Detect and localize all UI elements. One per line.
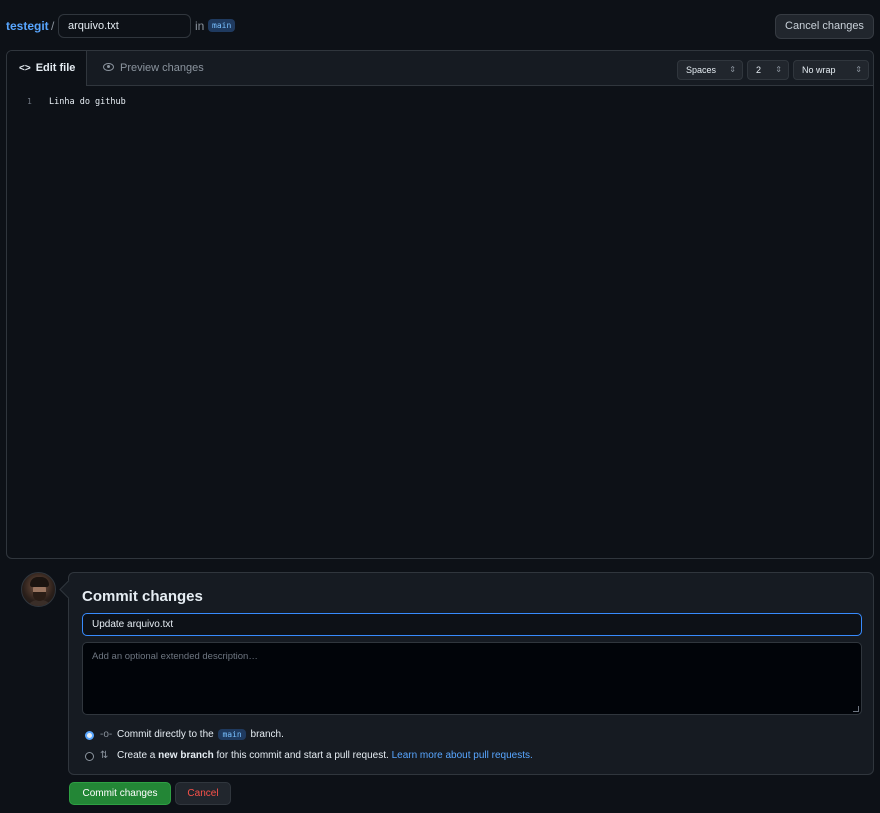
tab-preview-changes[interactable]: Preview changes [103, 51, 204, 86]
cancel-button[interactable]: Cancel [175, 782, 231, 805]
git-commit-icon: -o- [100, 729, 113, 740]
file-path-bar: testegit / in main Cancel changes [6, 13, 874, 39]
commit-form: Commit changes Add an optional extended … [68, 572, 874, 775]
tab-preview-label: Preview changes [120, 62, 204, 74]
path-separator: / [51, 19, 55, 33]
code-icon: <> [19, 63, 31, 74]
repo-link[interactable]: testegit [6, 19, 49, 33]
line-number: 1 [27, 97, 32, 106]
indent-size-select[interactable]: 2 ⇕ [747, 60, 789, 80]
commit-title: Commit changes [82, 588, 203, 605]
cancel-changes-button[interactable]: Cancel changes [775, 14, 874, 39]
avatar [21, 572, 56, 607]
indent-mode-value: Spaces [686, 65, 717, 75]
eye-icon [103, 63, 114, 71]
branch-badge: main [218, 729, 246, 740]
select-arrows-icon: ⇕ [855, 65, 862, 74]
commit-changes-button[interactable]: Commit changes [69, 782, 171, 805]
tab-edit-file[interactable]: <> Edit file [7, 51, 87, 86]
branch-badge: main [208, 19, 236, 32]
filename-input[interactable] [58, 14, 191, 38]
line-content[interactable]: Linha do github [49, 95, 126, 109]
in-label: in [195, 19, 205, 33]
select-arrows-icon: ⇕ [729, 65, 736, 74]
indent-mode-select[interactable]: Spaces ⇕ [677, 60, 743, 80]
description-placeholder: Add an optional extended description… [92, 651, 258, 662]
wrap-mode-select[interactable]: No wrap ⇕ [793, 60, 869, 80]
radio-commit-direct[interactable] [85, 731, 94, 740]
resize-handle-icon[interactable] [853, 706, 859, 712]
editor-toolbar: <> Edit file Preview changes Spaces ⇕ 2 ⇕… [7, 51, 873, 86]
commit-description-field[interactable]: Add an optional extended description… [82, 642, 862, 715]
option-new-branch-label: Create a new branch for this commit and … [117, 750, 533, 761]
select-arrows-icon: ⇕ [775, 65, 782, 74]
tab-edit-label: Edit file [35, 62, 76, 74]
code-line[interactable]: 1 Linha do github [7, 95, 873, 109]
option-commit-direct-label: Commit directly to the main branch. [117, 729, 284, 740]
code-editor: <> Edit file Preview changes Spaces ⇕ 2 ⇕… [6, 50, 874, 559]
indent-size-value: 2 [756, 65, 762, 75]
wrap-mode-value: No wrap [802, 65, 836, 75]
radio-new-branch[interactable] [85, 752, 94, 761]
commit-summary-input[interactable] [82, 613, 862, 636]
git-pull-request-icon: ⇅ [100, 750, 109, 761]
learn-more-link[interactable]: Learn more about pull requests. [392, 750, 533, 761]
